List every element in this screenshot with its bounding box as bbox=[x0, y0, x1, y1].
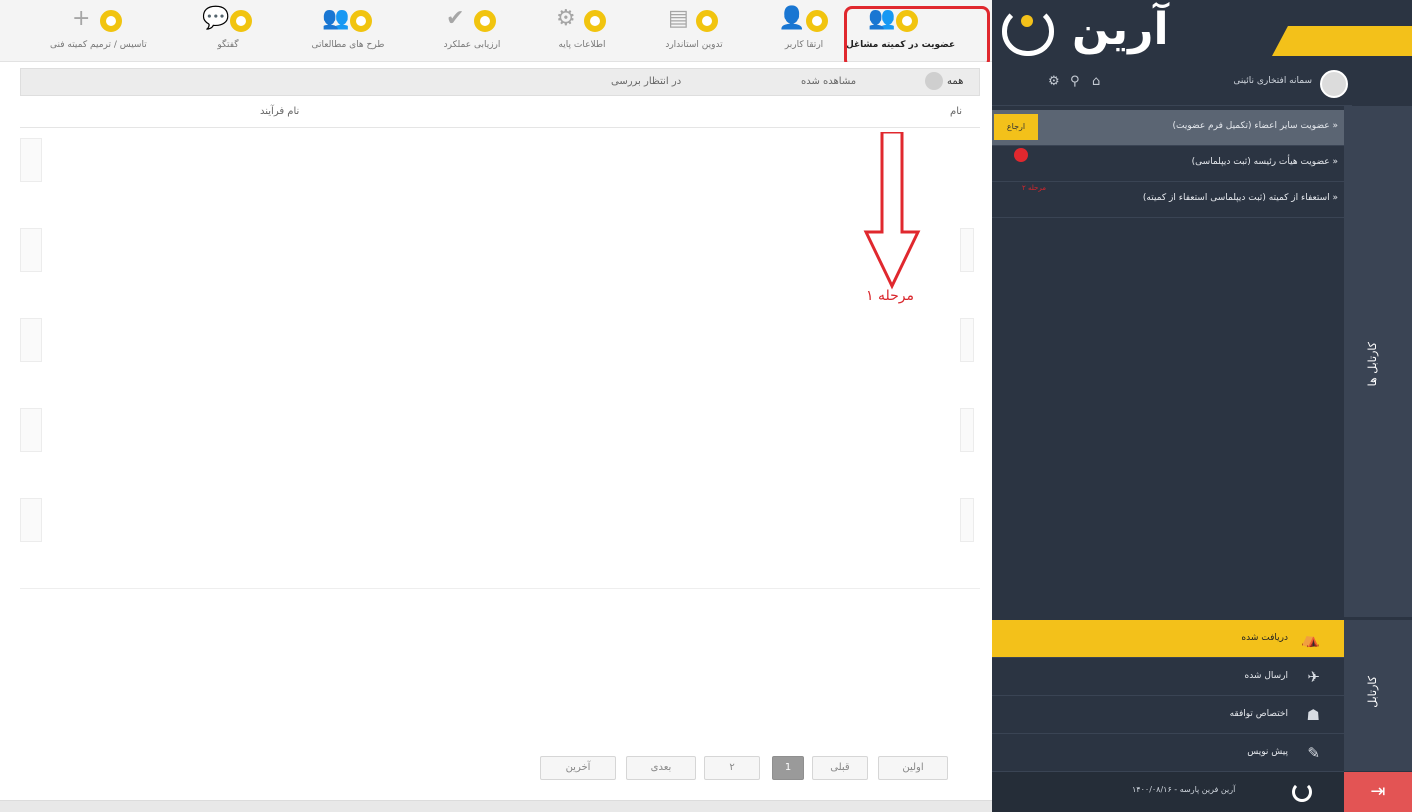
brand-name: آرین bbox=[1072, 4, 1169, 55]
table-row-end bbox=[960, 408, 974, 452]
annotation-step-label: مرحله ۱ bbox=[866, 288, 914, 304]
message-title: « عضویت سایر اعضاء (تکمیل فرم عضویت) bbox=[1172, 121, 1338, 131]
column-process-name: نام فرآیند bbox=[260, 106, 300, 117]
user-name: سمانه افتخاری نائینی bbox=[1233, 76, 1312, 86]
avatar[interactable] bbox=[1320, 70, 1348, 98]
brand-header: آرین bbox=[992, 0, 1412, 62]
message-title: « استعفاء از کمیته (ثبت دیپلماسی استعفاء… bbox=[1142, 193, 1338, 203]
brand-logo-icon bbox=[1002, 6, 1054, 56]
tab-label: همه bbox=[947, 76, 964, 87]
badge-icon bbox=[584, 10, 606, 32]
folder-assigned[interactable]: ☗ اختصاص توافقه bbox=[992, 696, 1344, 734]
table-row[interactable] bbox=[20, 138, 42, 182]
message-title: « عضویت هیأت رئیسه (ثبت دیپلماسی) bbox=[1191, 157, 1338, 167]
badge-icon bbox=[806, 10, 828, 32]
gears-icon: ⚙ bbox=[556, 6, 576, 31]
badge-icon bbox=[350, 10, 372, 32]
vertical-tab-label: کارتابل ها bbox=[1366, 342, 1379, 387]
toolbar-label: اطلاعات پایه bbox=[558, 40, 606, 50]
table-row[interactable] bbox=[20, 498, 42, 542]
user-bar: سمانه افتخاری نائینی ⌂ ⚲ ⚙ bbox=[992, 62, 1352, 106]
toolbar-label: تاسیس / ترمیم کمیته فنی bbox=[50, 40, 147, 50]
folder-drafts[interactable]: ✎ پیش نویس bbox=[992, 734, 1344, 772]
toolbar-label: طرح های مطالعاتی bbox=[311, 40, 385, 50]
sidebar-footer: آرین فرین پارسه - ۱۴۰۰/۰۸/۱۶ ⇥ bbox=[992, 772, 1412, 812]
table-row[interactable] bbox=[20, 228, 42, 272]
pencil-icon: ✎ bbox=[1307, 744, 1320, 762]
toolbar-label: ارتقا کاربر bbox=[784, 40, 824, 50]
toolbar-base-info-button[interactable]: ⚙ اطلاعات پایه bbox=[534, 4, 630, 58]
tab-all[interactable]: همه bbox=[925, 69, 963, 95]
badge-icon bbox=[696, 10, 718, 32]
toolbar-label: گفتگو bbox=[217, 40, 239, 50]
vertical-tab-label: کارتابل bbox=[1366, 676, 1379, 708]
toolbar-label: ارزیابی عملکرد bbox=[443, 40, 501, 50]
assign-users-icon: ☗ bbox=[1306, 706, 1320, 724]
folder-label: ارسال شده bbox=[1244, 671, 1288, 681]
folder-received[interactable]: ⛺ دریافت شده bbox=[992, 620, 1344, 658]
logo-dot bbox=[1021, 15, 1033, 27]
document-chart-icon: ▤ bbox=[668, 6, 689, 31]
footer-text: آرین فرین پارسه - ۱۴۰۰/۰۸/۱۶ bbox=[1132, 785, 1236, 794]
toolbar-label: تدوین استاندارد bbox=[665, 40, 723, 50]
toolbar-upgrade-user-button[interactable]: 👤 ارتقا کاربر bbox=[756, 4, 852, 58]
plus-icon: + bbox=[72, 6, 91, 31]
logout-button[interactable]: ⇥ bbox=[1344, 772, 1412, 812]
table-row[interactable] bbox=[20, 408, 42, 452]
settings-icon[interactable]: ⚙ bbox=[1048, 74, 1060, 89]
next-page-button[interactable]: بعدی bbox=[626, 756, 696, 780]
main-content: همه مشاهده شده در انتظار بررسی نام نام ف… bbox=[0, 62, 992, 812]
paper-plane-icon: ✈ bbox=[1307, 668, 1320, 686]
filter-tabs: همه مشاهده شده در انتظار بررسی bbox=[20, 68, 980, 96]
prev-page-button[interactable]: قبلی bbox=[812, 756, 868, 780]
inbox-tray-icon: ⛺ bbox=[1301, 630, 1320, 648]
first-page-button[interactable]: اولین bbox=[878, 756, 948, 780]
annotation-marker-icon bbox=[1014, 148, 1028, 162]
vertical-tab-folders[interactable]: کارتابل bbox=[1344, 620, 1412, 772]
chat-bubble-icon: 💬 bbox=[202, 6, 230, 31]
folder-label: دریافت شده bbox=[1241, 633, 1288, 643]
search-icon[interactable]: ⚲ bbox=[1070, 74, 1080, 89]
tab-viewed[interactable]: مشاهده شده bbox=[801, 69, 856, 95]
message-item[interactable]: « عضویت هیأت رئیسه (ثبت دیپلماسی) bbox=[992, 146, 1344, 182]
page-1-button[interactable]: 1 bbox=[772, 756, 804, 780]
vertical-tab-messages[interactable]: کارتابل ها bbox=[1344, 106, 1412, 618]
tab-pending[interactable]: در انتظار بررسی bbox=[611, 69, 681, 95]
annotation-small-label: مرحله ۲ bbox=[1022, 184, 1046, 192]
page-2-button[interactable]: ۲ bbox=[704, 756, 760, 780]
toolbar-standard-button[interactable]: ▤ تدوین استاندارد bbox=[646, 4, 742, 58]
app-window: 👥 عضویت در کمیته مشاغل 👤 ارتقا کاربر ▤ ت… bbox=[0, 0, 1412, 812]
brand-stripe bbox=[1272, 26, 1412, 56]
horizontal-scrollbar[interactable] bbox=[0, 800, 992, 812]
footer-logo-icon bbox=[1292, 782, 1312, 802]
table-header: نام نام فرآیند bbox=[20, 98, 980, 128]
table-row-end bbox=[960, 498, 974, 542]
column-title: نام bbox=[950, 106, 963, 117]
toolbar-study-plans-button[interactable]: 👥 طرح های مطالعاتی bbox=[300, 4, 396, 58]
annotation-highlight-box bbox=[844, 6, 990, 68]
badge-icon bbox=[230, 10, 252, 32]
table-divider bbox=[20, 588, 980, 589]
badge-icon bbox=[474, 10, 496, 32]
folder-sent[interactable]: ✈ ارسال شده bbox=[992, 658, 1344, 696]
user-plus-icon: 👤 bbox=[778, 6, 806, 31]
table-row-end bbox=[960, 318, 974, 362]
checkmark-icon: ✔ bbox=[446, 6, 465, 31]
folder-label: اختصاص توافقه bbox=[1229, 709, 1288, 719]
refer-button[interactable]: ارجاع bbox=[994, 114, 1038, 140]
count-badge bbox=[925, 72, 943, 90]
table-row-end bbox=[960, 228, 974, 272]
table-row[interactable] bbox=[20, 318, 42, 362]
team-icon: 👥 bbox=[322, 6, 350, 31]
home-icon[interactable]: ⌂ bbox=[1092, 74, 1100, 89]
toolbar-establish-committee-button[interactable]: + تاسیس / ترمیم کمیته فنی bbox=[50, 4, 147, 58]
toolbar-chat-button[interactable]: 💬 گفتگو bbox=[180, 4, 276, 58]
last-page-button[interactable]: آخرین bbox=[540, 756, 616, 780]
toolbar-performance-button[interactable]: ✔ ارزیابی عملکرد bbox=[424, 4, 520, 58]
message-item[interactable]: « عضویت سایر اعضاء (تکمیل فرم عضویت) ارج… bbox=[992, 110, 1344, 146]
annotation-down-arrow-icon bbox=[863, 132, 921, 290]
right-sidebar: آرین سمانه افتخاری نائینی ⌂ ⚲ ⚙ « عضویت … bbox=[992, 0, 1412, 812]
folder-label: پیش نویس bbox=[1247, 747, 1288, 757]
badge-icon bbox=[100, 10, 122, 32]
